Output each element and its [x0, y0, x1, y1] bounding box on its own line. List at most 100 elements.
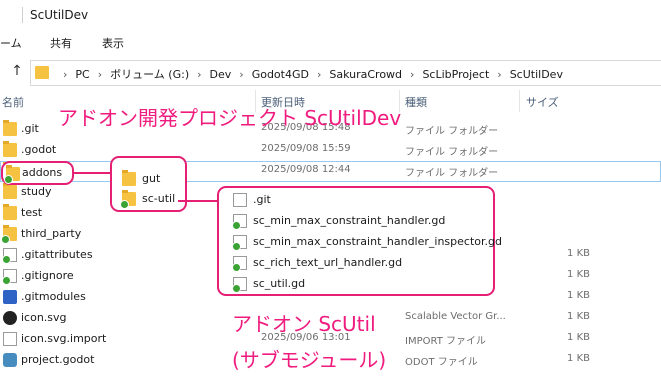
crumb-volume[interactable]: ボリューム (G:) — [110, 66, 189, 82]
address-row: ↑ › PC › ボリューム (G:) › Dev › Godot4GD › S… — [0, 60, 661, 86]
crumb-dev[interactable]: Dev — [210, 68, 232, 81]
crumb-godot4gd[interactable]: Godot4GD — [252, 68, 309, 81]
column-divider[interactable] — [519, 90, 520, 112]
svg-file-icon — [3, 311, 17, 325]
file-type: ファイル フォルダー — [405, 168, 499, 179]
file-date: 2025/09/08 12:44 — [261, 164, 351, 175]
file-size: 1 KB — [567, 269, 590, 280]
file-type: Scalable Vector Gr... — [405, 311, 506, 322]
file-name: .gitignore — [21, 269, 74, 282]
git-badge-icon — [1, 235, 10, 244]
file-name: .gitattributes — [21, 248, 93, 261]
table-row[interactable]: .godot 2025/09/08 15:59 ファイル フォルダー — [0, 140, 661, 161]
addons-highlight: addons — [1, 161, 74, 185]
annotation-project-title: アドオン開発プロジェクト ScUtilDev — [58, 106, 402, 130]
file-name: project.godot — [21, 353, 95, 366]
file-name: test — [21, 206, 43, 219]
file-type: ファイル フォルダー — [405, 126, 499, 137]
file-date: 2025/09/08 15:59 — [261, 143, 351, 154]
git-file-icon — [2, 248, 17, 264]
column-size[interactable]: サイズ — [526, 94, 559, 110]
git-badge-icon — [232, 221, 241, 230]
folder-icon — [3, 183, 17, 199]
folder-icon — [122, 170, 136, 186]
git-badge-icon — [120, 200, 129, 209]
file-size: 1 KB — [567, 290, 590, 301]
file-size: 1 KB — [567, 332, 590, 343]
file-icon — [3, 332, 17, 346]
git-badge-icon — [232, 284, 241, 293]
crumb-sclibproject[interactable]: ScLibProject — [422, 68, 489, 81]
annotation-scutil-title: アドオン ScUtil — [232, 312, 376, 336]
module-file-icon — [3, 290, 17, 304]
tab-share[interactable]: 共有 — [50, 35, 72, 51]
popup-item-label: sc_min_max_constraint_handler_inspector.… — [253, 235, 502, 248]
file-name: study — [21, 185, 52, 198]
annotation-submodule-title: (サブモジュール) — [232, 348, 387, 372]
connector-line — [178, 200, 218, 202]
folder-icon — [3, 204, 17, 220]
file-type: ODOT ファイル — [405, 357, 478, 368]
ribbon: ーム 共有 表示 — [0, 30, 661, 54]
gd-script-icon — [232, 256, 247, 272]
folder-git-icon — [4, 165, 20, 184]
title-bar: ScUtilDev — [0, 0, 661, 30]
file-name: icon.svg — [21, 311, 67, 324]
chevron-right-icon[interactable]: › — [317, 68, 321, 81]
chevron-right-icon[interactable]: › — [98, 68, 102, 81]
git-badge-icon — [2, 276, 11, 285]
popup-item-label: sc_rich_text_url_handler.gd — [253, 256, 403, 269]
crumb-sakuracrowd[interactable]: SakuraCrowd — [329, 68, 402, 81]
tab-home[interactable]: ーム — [0, 35, 22, 51]
file-size: 1 KB — [567, 353, 590, 364]
window-title: ScUtilDev — [30, 8, 89, 22]
file-type: ファイル フォルダー — [405, 147, 499, 158]
folder-icon — [3, 120, 17, 136]
chevron-right-icon[interactable]: › — [63, 68, 67, 81]
godot-file-icon — [3, 353, 17, 367]
column-type[interactable]: 種類 — [405, 94, 427, 110]
gd-script-icon — [232, 214, 247, 230]
git-file-icon — [2, 269, 17, 285]
crumb-pc[interactable]: PC — [75, 68, 89, 81]
popup-item-label: gut — [142, 172, 161, 185]
folder-icon — [3, 141, 17, 157]
file-type: IMPORT ファイル — [405, 336, 486, 347]
scutil-popup: .git sc_min_max_constraint_handler.gd sc… — [217, 186, 502, 296]
addons-label: addons — [22, 166, 63, 179]
folder-git-icon — [120, 190, 136, 209]
connector-line — [73, 172, 111, 174]
folder-icon — [35, 66, 49, 79]
popup-item-label: sc_min_max_constraint_handler.gd — [253, 214, 446, 227]
gd-script-icon — [232, 235, 247, 251]
addons-popup: gut sc-util — [110, 156, 187, 212]
git-badge-icon — [232, 263, 241, 272]
gd-script-icon — [232, 277, 247, 293]
popup-item-label: sc-util — [142, 192, 176, 205]
file-name: .git — [21, 122, 39, 135]
git-badge-icon — [232, 242, 241, 251]
file-size: 1 KB — [567, 248, 590, 259]
file-name: .gitmodules — [21, 290, 86, 303]
popup-item-label: .git — [253, 193, 271, 206]
up-arrow-icon[interactable]: ↑ — [8, 63, 26, 81]
git-badge-icon — [2, 255, 11, 264]
file-size: 1 KB — [567, 311, 590, 322]
chevron-right-icon[interactable]: › — [239, 68, 243, 81]
title-divider — [22, 7, 23, 23]
address-bar[interactable]: › PC › ボリューム (G:) › Dev › Godot4GD › Sak… — [30, 60, 661, 86]
column-name[interactable]: 名前 — [2, 94, 24, 110]
tab-view[interactable]: 表示 — [102, 35, 124, 51]
file-icon — [233, 193, 247, 207]
chevron-right-icon[interactable]: › — [197, 68, 201, 81]
crumb-scutildev[interactable]: ScUtilDev — [510, 68, 563, 81]
file-name: icon.svg.import — [21, 332, 107, 345]
popup-item-label: sc_util.gd — [253, 277, 306, 290]
chevron-right-icon[interactable]: › — [410, 68, 414, 81]
breadcrumb: › PC › ボリューム (G:) › Dev › Godot4GD › Sak… — [55, 66, 563, 82]
chevron-right-icon[interactable]: › — [497, 68, 501, 81]
file-name: .godot — [21, 143, 57, 156]
folder-git-icon — [1, 225, 17, 244]
file-name: third_party — [21, 227, 82, 240]
git-badge-icon — [4, 175, 13, 184]
